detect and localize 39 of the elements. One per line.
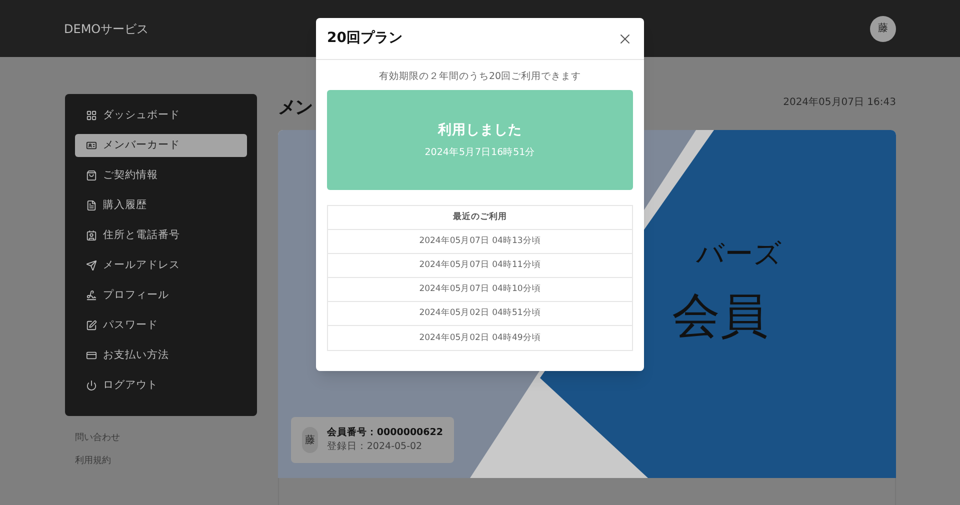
sidebar-item[interactable]: 住所と電話番号 — [75, 224, 247, 247]
history-row: 2024年05月02日 04時51分頃 — [328, 302, 632, 326]
sidebar-item[interactable]: 購入履歴 — [75, 194, 247, 217]
shopping-bag-icon — [86, 170, 97, 181]
sidebar-item[interactable]: ご契約情報 — [75, 164, 247, 187]
history-row: 2024年05月07日 04時10分頃 — [328, 278, 632, 302]
history-row-text: 2024年05月02日 04時49分頃 — [418, 332, 542, 345]
page-title: メン — [278, 96, 312, 120]
card-subtitle: バーズ — [696, 240, 782, 268]
history-row: 2024年05月07日 04時11分頃 — [328, 254, 632, 278]
modal-title: 20回プラン — [327, 29, 402, 48]
registration-date: 登録日：2024-05-02 — [326, 440, 424, 454]
history-heading: 最近のご利用 — [328, 206, 632, 230]
sidebar-item[interactable]: お支払い方法 — [75, 344, 247, 367]
brand-name[interactable]: DEMOサービス — [64, 20, 149, 38]
credit-card-icon — [86, 350, 97, 361]
sidebar-item[interactable]: ログアウト — [75, 374, 247, 397]
id-card-icon — [86, 140, 97, 151]
status-label: 利用しました — [438, 121, 522, 140]
history-row: 2024年05月07日 04時13分頃 — [328, 230, 632, 254]
status-time: 2024年5月7日16時51分 — [424, 146, 536, 160]
member-number: 会員番号：0000000622 — [326, 426, 443, 440]
paper-plane-icon — [86, 260, 97, 271]
sidebar-item[interactable]: メンバーカード — [75, 134, 247, 157]
power-icon — [86, 380, 97, 391]
sidebar-item[interactable]: ダッシュボード — [75, 104, 247, 127]
grid-icon — [86, 110, 97, 121]
pen-square-icon — [86, 320, 97, 331]
member-avatar: 藤 — [302, 427, 318, 453]
sidebar-item[interactable]: メールアドレス — [75, 254, 247, 277]
contact-card-icon — [86, 230, 97, 241]
card-title: 会員 — [672, 292, 768, 340]
signature-icon — [86, 290, 97, 301]
current-datetime: 2024年05月07日 16:43 — [783, 96, 896, 110]
document-icon — [86, 200, 97, 211]
sidebar-item[interactable]: パスワード — [75, 314, 247, 337]
plan-description: 有効期限の２年間のうち20回ご利用できます — [378, 70, 582, 84]
sidebar-item[interactable]: プロフィール — [75, 284, 247, 307]
user-avatar[interactable]: 藤 — [870, 16, 896, 42]
